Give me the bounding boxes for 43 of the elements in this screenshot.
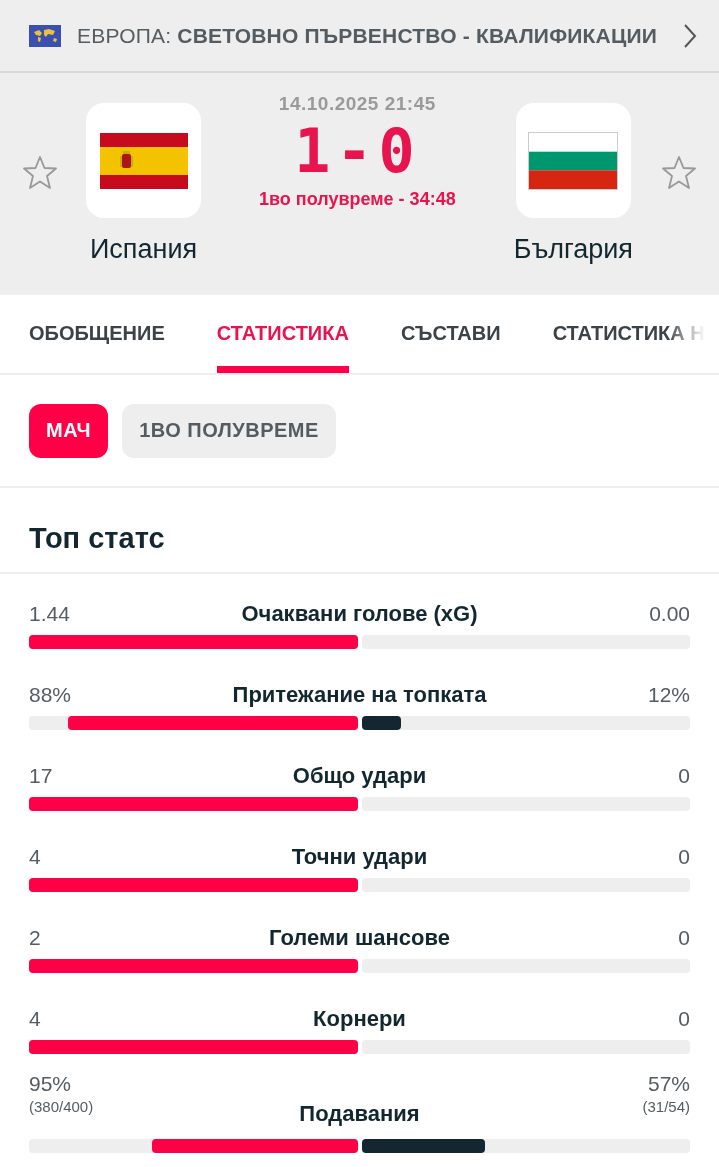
flag-card[interactable] [86, 103, 201, 218]
star-icon[interactable] [22, 155, 58, 191]
home-value: 17 [29, 763, 54, 789]
stat-label: Корнери [313, 1005, 406, 1033]
away-value: 0 [678, 1006, 690, 1032]
team-name[interactable]: България [513, 234, 633, 265]
match-datetime: 14.10.2025 21:45 [278, 93, 436, 115]
tab[interactable]: СТАТИСТИКА [216, 295, 349, 373]
home-detail: (380/400) [29, 1098, 95, 1115]
home-value: 4 [29, 1006, 42, 1032]
stat-label: Общо удари [292, 762, 427, 790]
home-value: 2 [29, 925, 42, 951]
tab[interactable]: СЪСТАВИ [400, 295, 501, 373]
world-map-icon [29, 24, 61, 47]
home-value: 1.44 [29, 601, 71, 627]
away-detail: (31/54) [642, 1098, 690, 1115]
chevron-right-icon[interactable] [683, 22, 697, 49]
section-title: Топ статс [0, 488, 719, 574]
period-chip[interactable]: 1ВО ПОЛУВРЕМЕ [122, 403, 336, 458]
stat-label: Очаквани голове (xG) [241, 600, 478, 628]
tab[interactable]: ОБОБЩЕНИЕ [29, 295, 165, 373]
flag-icon [99, 132, 188, 189]
stat-label: Големи шансове [269, 924, 450, 952]
stat-label: Подавания [299, 1100, 420, 1128]
away-value: 0 [678, 925, 690, 951]
match-status: 1во полувреме - 34:48 [259, 189, 456, 210]
away-value: 0.00 [649, 601, 690, 627]
away-value: 57% [647, 1071, 690, 1097]
home-value: 4 [29, 844, 42, 870]
tab[interactable]: СТАТИСТИКА Н [552, 295, 705, 373]
stat-label: Точни удари [291, 843, 428, 871]
flag-icon [529, 132, 618, 189]
home-value: 95% [29, 1071, 73, 1097]
star-icon[interactable] [661, 155, 697, 191]
away-value: 12% [647, 682, 690, 708]
flag-card[interactable] [515, 103, 631, 218]
away-value: 0 [678, 844, 690, 870]
team-name[interactable]: Испания [89, 234, 198, 265]
period-chip[interactable]: МАЧ [29, 403, 109, 458]
match-score: 1-0 [294, 117, 421, 185]
home-value: 88% [29, 682, 73, 708]
stat-label: Притежание на топката [232, 681, 487, 709]
away-value: 0 [678, 763, 690, 789]
